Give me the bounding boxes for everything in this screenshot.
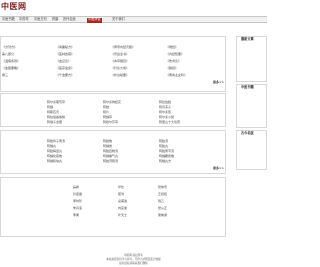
main-nav: 中医书籍 中药材 中医方剂 药膳 历代名医 中医辨证 关于我们 — [0, 16, 267, 23]
list-item[interactable]: 第八部分 — [2, 52, 14, 57]
list-item[interactable]: 孙思邈 — [73, 192, 82, 197]
list-item[interactable]: 《外台秘要》 — [111, 73, 129, 78]
list-item[interactable]: 刘完素 — [118, 206, 127, 211]
list-item[interactable]: 华佗 — [118, 185, 124, 190]
site-logo[interactable]: 中医网 — [1, 1, 27, 12]
list-item[interactable]: 《本草纲目》 — [111, 59, 129, 64]
list-item[interactable]: 卷三 — [2, 73, 8, 78]
list-item[interactable]: 《金匮要略》 — [2, 66, 20, 71]
list-item[interactable]: 《傅青主女科》 — [166, 73, 187, 78]
footer-copyright: 中医网 版权所有 — [124, 254, 143, 257]
list-item[interactable]: 《脉经》 — [166, 66, 178, 71]
list-item[interactable]: 阿穆尔莎草 — [103, 120, 118, 125]
list-item[interactable]: 朱丹溪 — [73, 206, 82, 211]
list-item[interactable]: 张从正 — [158, 206, 167, 211]
site-header: 中医网 — [0, 0, 267, 16]
list-item[interactable]: 叶天士 — [118, 213, 127, 218]
nav-item-herbs[interactable]: 中药材 — [18, 17, 30, 23]
prescriptions-panel: 阿胶鸡子黄汤 阿胶散 阿胶汤 阿魏丸 阿魏膏 阿胶丸 阿胶梅连丸 阿胶四物汤 阿… — [0, 130, 226, 174]
nav-item-books[interactable]: 中医书籍 — [1, 17, 16, 23]
sidebar-doctors: 古今名医 — [236, 130, 267, 170]
herbs-panel: 阿尔泰葡萄草 阿尔泰狗娃花 阿拉伯胶 阿魏 阿胶 阿月浑子 阿斯匹灵 阿片 阿尔… — [0, 93, 226, 127]
sidebar-latest-title: 最新文章 — [241, 37, 254, 41]
list-item[interactable]: 《温病条辨》 — [2, 59, 20, 64]
list-item[interactable]: 《青囊秘方》 — [56, 45, 74, 50]
list-item[interactable]: 《医林改错》 — [56, 52, 74, 57]
list-item[interactable]: 葛洪 — [118, 192, 124, 197]
list-item[interactable]: 《景岳全书》 — [111, 52, 129, 57]
list-item[interactable]: 李时珍 — [73, 199, 82, 204]
list-item[interactable]: 《难经》 — [166, 45, 178, 50]
books-more-link[interactable]: 更多>> — [213, 80, 224, 85]
sidebar-books: 中医书籍 — [236, 84, 267, 128]
list-item[interactable]: 钱乙 — [158, 199, 164, 204]
sidebar-latest: 最新文章 — [236, 36, 267, 82]
list-item[interactable]: 张仲景 — [158, 185, 167, 190]
list-item[interactable]: 《方剂方》 — [2, 45, 17, 50]
sidebar-doctors-title: 古今名医 — [241, 131, 254, 135]
list-item[interactable]: 阿魏积块丸 — [47, 159, 62, 164]
site-footer: 中医网 版权所有 本站资源仅供学习参考，不作为诊断及医疗依据 如有侵权请联系我们… — [0, 252, 267, 267]
nav-item-doctors[interactable]: 历代名医 — [62, 17, 77, 23]
nav-item-prescriptions[interactable]: 中医方剂 — [33, 17, 48, 23]
list-item[interactable]: 王叔和 — [158, 192, 167, 197]
list-item[interactable]: 吴鞠通 — [158, 213, 167, 218]
list-item[interactable]: 《血证论》 — [56, 59, 71, 64]
list-item[interactable]: 阿胶济阴汤 — [103, 159, 118, 164]
sidebar-books-title: 中医书籍 — [241, 85, 254, 89]
list-item[interactable]: 《黄帝内经灵枢》 — [111, 45, 135, 50]
list-item[interactable]: 《千金要方》 — [56, 73, 74, 78]
list-item[interactable]: 《医宗金鉴》 — [56, 66, 74, 71]
list-item[interactable]: 《内经知要》 — [166, 52, 184, 57]
list-item[interactable]: 皇甫谧 — [118, 199, 127, 204]
list-item[interactable]: 扁鹊 — [73, 185, 79, 190]
nav-item-diagnosis[interactable]: 中医辨证 — [87, 17, 102, 23]
doctors-panel: 扁鹊 华佗 张仲景 孙思邈 葛洪 王叔和 李时珍 皇甫谧 钱乙 朱丹溪 刘完素 … — [0, 177, 226, 237]
list-item[interactable]: 《伤寒论》 — [166, 59, 181, 64]
list-item[interactable]: 阿魏丸方 — [159, 159, 171, 164]
list-item[interactable]: 《针灸大成》 — [111, 66, 129, 71]
list-item[interactable]: 阿墩子龙胆 — [47, 120, 62, 125]
nav-item-about[interactable]: 关于我们 — [111, 17, 126, 23]
books-panel: 《方剂方》 《青囊秘方》 《黄帝内经灵枢》 《难经》 第八部分 《医林改错》 《… — [0, 36, 226, 92]
footer-notice: 如有侵权请联系我们删除 — [119, 262, 148, 265]
prescriptions-more-link[interactable]: 更多>> — [213, 166, 224, 171]
nav-item-diet[interactable]: 药膳 — [51, 17, 59, 23]
list-item[interactable]: 阿里山十大功劳 — [159, 120, 180, 125]
list-item[interactable]: 李杲 — [73, 213, 79, 218]
footer-disclaimer: 本站资源仅供学习参考，不作为诊断及医疗依据 — [106, 258, 161, 261]
